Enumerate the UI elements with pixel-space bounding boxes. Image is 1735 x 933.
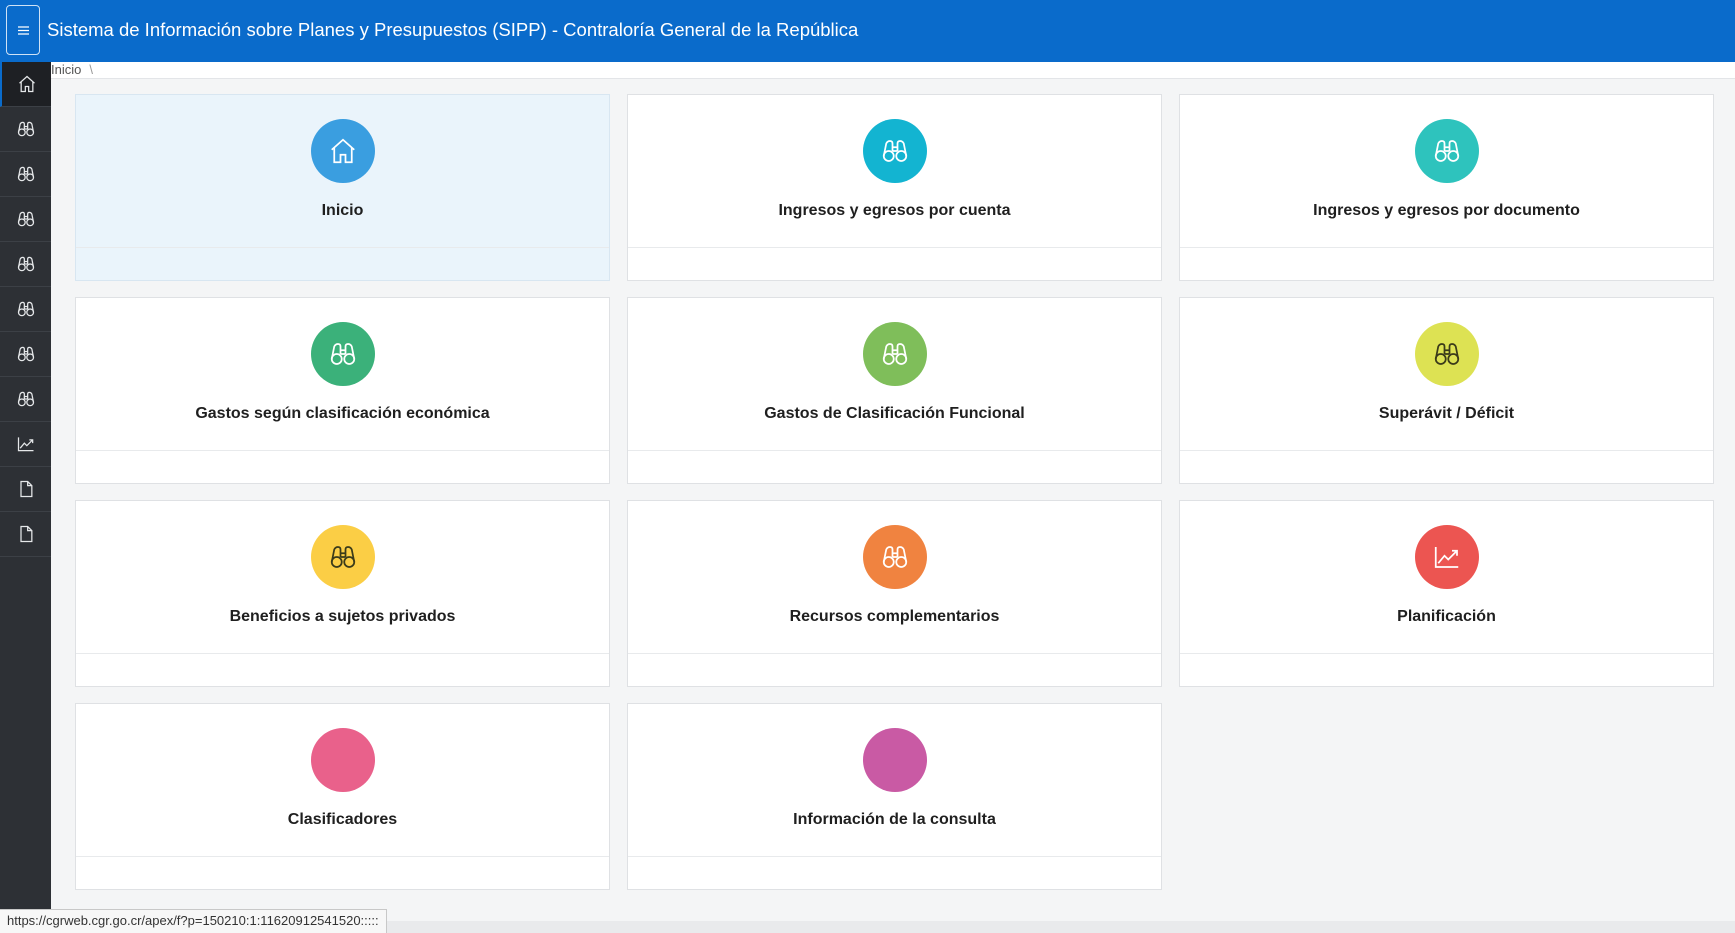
card-label: Gastos de Clasificación Funcional: [764, 405, 1025, 422]
document-icon: [19, 525, 32, 543]
card-divider: [76, 856, 609, 857]
binoculars-icon: [882, 343, 907, 365]
card-label: Ingresos y egresos por documento: [1313, 202, 1580, 219]
card-label: Información de la consulta: [793, 811, 996, 828]
card-divider: [628, 450, 1161, 451]
card-icon-circle: [310, 728, 375, 792]
binoculars-icon: [330, 343, 355, 365]
sidebar-item-3[interactable]: [0, 197, 51, 242]
app-header: Sistema de Información sobre Planes y Pr…: [0, 0, 1735, 62]
card-recursos-complementarios[interactable]: Recursos complementarios: [627, 500, 1162, 687]
sidebar-item-10[interactable]: [0, 512, 51, 557]
card-label: Superávit / Déficit: [1378, 405, 1515, 422]
card-informacion-de-la-consulta[interactable]: Información de la consulta: [627, 703, 1162, 890]
binoculars-icon: [17, 301, 34, 317]
home-icon: [330, 138, 355, 164]
card-icon-circle: [310, 322, 375, 386]
menu-toggle-button[interactable]: [6, 5, 40, 55]
card-icon-circle: [862, 525, 927, 589]
binoculars-icon: [17, 346, 34, 362]
binoculars-icon: [330, 546, 355, 568]
card-clasificadores[interactable]: Clasificadores: [75, 703, 610, 890]
status-bar-url: https://cgrweb.cgr.go.cr/apex/f?p=150210…: [0, 909, 387, 933]
binoculars-icon: [882, 546, 907, 568]
card-divider: [628, 247, 1161, 248]
card-divider: [1180, 653, 1713, 654]
card-gastos-de-clasificacion-funcional[interactable]: Gastos de Clasificación Funcional: [627, 297, 1162, 484]
card-icon-circle: [1414, 525, 1479, 589]
home-icon: [18, 75, 35, 93]
hamburger-icon: [17, 25, 29, 35]
sidebar-item-5[interactable]: [0, 287, 51, 332]
card-superavit-deficit[interactable]: Superávit / Déficit: [1179, 297, 1714, 484]
sidebar-item-2[interactable]: [0, 152, 51, 197]
card-icon-circle: [862, 322, 927, 386]
app-title: Sistema de Información sobre Planes y Pr…: [47, 19, 859, 40]
card-icon-circle: [310, 525, 375, 589]
breadcrumb: Inicio \: [51, 62, 1735, 79]
line-chart-icon: [1434, 547, 1458, 568]
sidebar-item-9[interactable]: [0, 467, 51, 512]
sidebar-item-4[interactable]: [0, 242, 51, 287]
card-divider: [76, 450, 609, 451]
binoculars-icon: [17, 121, 34, 137]
card-icon-circle: [1414, 119, 1479, 183]
card-icon-circle: [1414, 322, 1479, 386]
sidebar-item-7[interactable]: [0, 377, 51, 422]
card-divider: [628, 856, 1161, 857]
card-label: Beneficios a sujetos privados: [229, 608, 456, 625]
sidebar-item-1[interactable]: [0, 107, 51, 152]
card-label: Recursos complementarios: [789, 608, 1000, 625]
card-label: Ingresos y egresos por cuenta: [778, 202, 1011, 219]
binoculars-icon: [1434, 140, 1459, 162]
sidebar-item-8[interactable]: [0, 422, 51, 467]
sidebar-nav: [0, 62, 51, 933]
card-label: Gastos según clasificación económica: [195, 405, 490, 422]
card-icon-circle: [862, 728, 927, 792]
card-divider: [1180, 450, 1713, 451]
card-icon-circle: [862, 119, 927, 183]
binoculars-icon: [882, 140, 907, 162]
card-beneficios-a-sujetos-privados[interactable]: Beneficios a sujetos privados: [75, 500, 610, 687]
binoculars-icon: [17, 256, 34, 272]
card-planificacion[interactable]: Planificación: [1179, 500, 1714, 687]
card-label: Inicio: [321, 202, 364, 219]
card-ingresos-y-egresos-por-documento[interactable]: Ingresos y egresos por documento: [1179, 94, 1714, 281]
binoculars-icon: [17, 211, 34, 227]
breadcrumb-separator: \: [89, 62, 93, 77]
card-divider: [76, 653, 609, 654]
card-label: Clasificadores: [287, 811, 398, 828]
binoculars-icon: [1434, 343, 1459, 365]
breadcrumb-current[interactable]: Inicio: [51, 62, 81, 77]
binoculars-icon: [17, 166, 34, 182]
card-divider: [628, 653, 1161, 654]
card-gastos-segun-clasificacion-economica[interactable]: Gastos según clasificación económica: [75, 297, 610, 484]
sidebar-item-0[interactable]: [0, 62, 51, 107]
binoculars-icon: [17, 391, 34, 407]
card-ingresos-y-egresos-por-cuenta[interactable]: Ingresos y egresos por cuenta: [627, 94, 1162, 281]
card-divider: [1180, 247, 1713, 248]
card-divider: [76, 247, 609, 248]
card-icon-circle: [310, 119, 375, 183]
document-icon: [19, 480, 32, 498]
card-inicio[interactable]: Inicio: [75, 94, 610, 281]
sidebar-item-6[interactable]: [0, 332, 51, 377]
line-chart-icon: [17, 437, 33, 452]
card-label: Planificación: [1397, 608, 1496, 625]
